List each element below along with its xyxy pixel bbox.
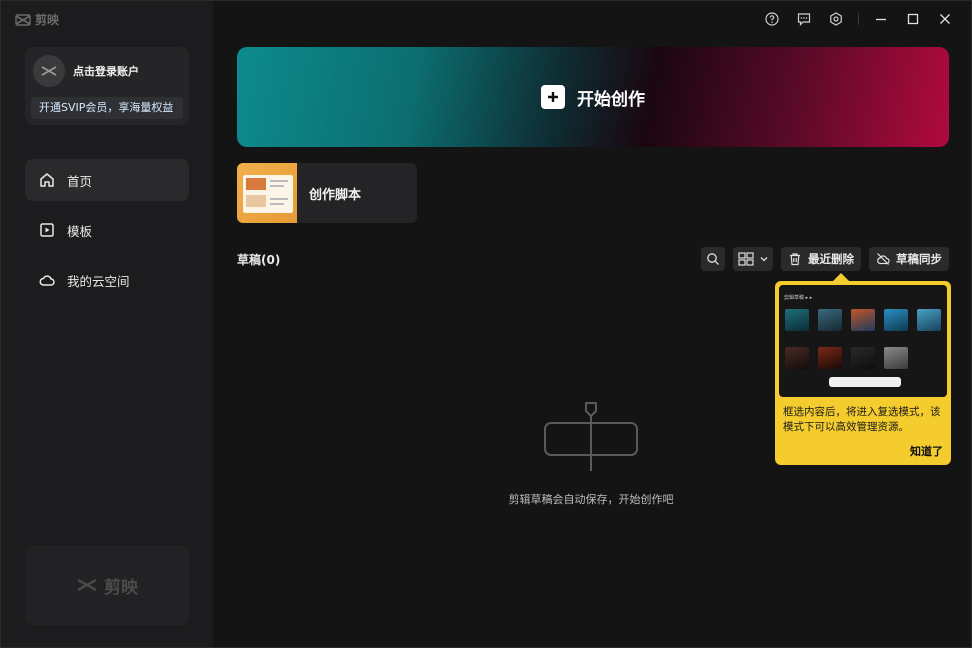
- close-icon: [940, 14, 950, 24]
- preview-thumb: [917, 309, 941, 331]
- account-card[interactable]: 点击登录账户 开通SVIP会员，享海量权益: [25, 47, 189, 125]
- recent-delete-label: 最近删除: [808, 252, 854, 266]
- preview-selection-bar: [829, 377, 901, 387]
- preview-thumb: [818, 309, 842, 331]
- sidebar-item-home[interactable]: 首页: [25, 159, 189, 201]
- draft-sync-button[interactable]: 草稿同步: [869, 247, 949, 271]
- svip-banner[interactable]: 开通SVIP会员，享海量权益: [31, 97, 183, 119]
- sidebar: 剪映 点击登录账户 开通SVIP会员，享海量权益 首页 模板 我的云空间 剪映: [1, 1, 213, 647]
- help-button[interactable]: [756, 9, 788, 29]
- script-thumbnail-paper: [243, 175, 293, 213]
- cloud-off-icon: [877, 253, 890, 265]
- create-script-label: 创作脚本: [309, 188, 362, 203]
- chevron-down-icon: [760, 257, 768, 262]
- tooltip-arrow: [833, 273, 849, 281]
- preview-thumb: [884, 309, 908, 331]
- search-icon: [707, 253, 719, 265]
- brand-name: 剪映: [104, 577, 138, 598]
- tooltip-preview-image: 剪辑草稿 ▸ ▸: [779, 285, 947, 397]
- preview-thumb: [785, 347, 809, 369]
- empty-timeline-icon: [544, 402, 638, 471]
- search-button[interactable]: [701, 247, 725, 271]
- feedback-icon: [797, 13, 811, 26]
- create-script-card[interactable]: 创作脚本: [237, 163, 417, 223]
- close-button[interactable]: [929, 9, 961, 29]
- minimize-button[interactable]: [865, 9, 897, 29]
- app-window: 剪映 点击登录账户 开通SVIP会员，享海量权益 首页 模板 我的云空间 剪映 …: [0, 0, 972, 648]
- thumbnail-image: [246, 178, 266, 190]
- draft-sync-label: 草稿同步: [896, 252, 942, 266]
- avatar[interactable]: [33, 55, 65, 87]
- recent-delete-button[interactable]: 最近删除: [781, 247, 861, 271]
- capcut-logo-icon: [41, 66, 57, 76]
- thumbnail-text-line: [270, 180, 288, 182]
- app-name: 剪映: [35, 13, 60, 27]
- capcut-logo-icon: [15, 13, 31, 26]
- thumbnail-text-line: [270, 185, 284, 187]
- settings-icon: [830, 12, 842, 26]
- app-logo: 剪映: [15, 11, 59, 28]
- thumbnail-text-line: [270, 198, 288, 200]
- trash-icon: [790, 253, 800, 266]
- grid-view-icon: [738, 252, 754, 266]
- start-create-label: 开始创作: [577, 89, 645, 110]
- preview-title: 剪辑草稿 ▸ ▸: [784, 295, 813, 301]
- sidebar-item-label: 首页: [67, 173, 93, 189]
- titlebar-divider: [858, 13, 859, 25]
- sidebar-item-label: 模板: [67, 223, 93, 239]
- preview-thumb: [818, 347, 842, 369]
- tooltip-ok-button[interactable]: 知道了: [910, 443, 943, 459]
- cloud-icon: [39, 275, 55, 286]
- help-icon: [765, 12, 779, 26]
- multi-select-tooltip: 剪辑草稿 ▸ ▸ 框选内容后，将进入复选模式，该模式下可以高效管理资源。 知道了: [775, 281, 951, 465]
- settings-button[interactable]: [820, 9, 852, 29]
- script-thumbnail: [237, 163, 297, 223]
- feedback-button[interactable]: [788, 9, 820, 29]
- tooltip-text: 框选内容后，将进入复选模式，该模式下可以高效管理资源。: [783, 406, 941, 433]
- preview-thumb: [851, 347, 875, 369]
- login-link[interactable]: 点击登录账户: [73, 63, 139, 79]
- thumbnail-text-line: [270, 203, 284, 205]
- preview-thumb: [884, 347, 908, 369]
- sidebar-item-label: 我的云空间: [67, 273, 130, 289]
- start-create-button[interactable]: 开始创作: [237, 47, 949, 147]
- view-mode-dropdown[interactable]: [733, 247, 773, 271]
- sidebar-nav: 首页 模板 我的云空间: [25, 159, 189, 309]
- capcut-logo-icon: [77, 578, 97, 592]
- preview-thumb: [785, 309, 809, 331]
- thumbnail-image: [246, 195, 266, 207]
- preview-thumb: [851, 309, 875, 331]
- sidebar-item-cloud[interactable]: 我的云空间: [25, 259, 189, 301]
- empty-drafts-text: 剪辑草稿会自动保存，开始创作吧: [508, 493, 674, 506]
- drafts-title: 草稿(0): [237, 253, 281, 267]
- empty-drafts: 剪辑草稿会自动保存，开始创作吧: [501, 401, 681, 507]
- home-icon: [40, 173, 54, 187]
- sidebar-item-templates[interactable]: 模板: [25, 209, 189, 251]
- sidebar-brand: 剪映: [25, 545, 189, 625]
- maximize-button[interactable]: [897, 9, 929, 29]
- plus-icon: [541, 85, 565, 109]
- titlebar-controls: [756, 9, 961, 29]
- minimize-icon: [876, 18, 886, 21]
- maximize-icon: [907, 13, 919, 25]
- template-icon: [40, 223, 54, 237]
